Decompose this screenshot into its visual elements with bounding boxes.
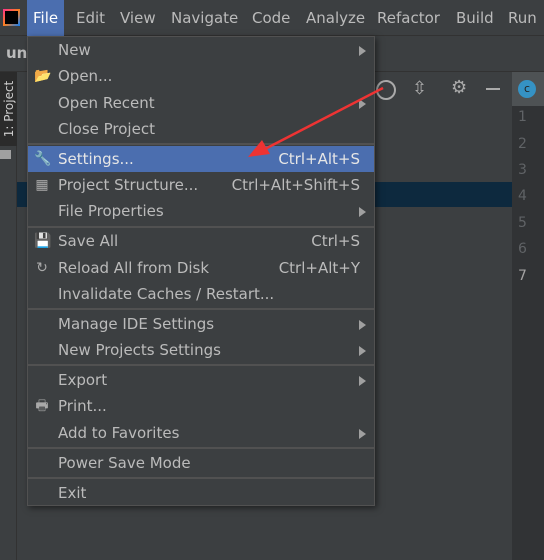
annotation-arrow [248, 86, 384, 157]
